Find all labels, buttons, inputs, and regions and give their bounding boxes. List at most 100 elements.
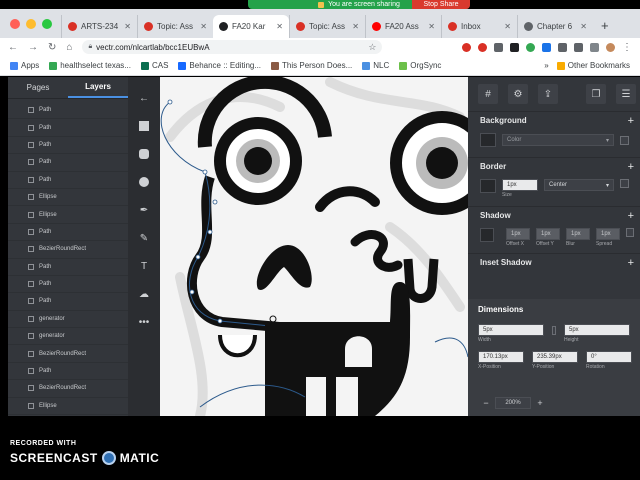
layer-item[interactable]: Path	[8, 154, 128, 172]
bookmarks-overflow-button[interactable]: »	[544, 61, 548, 70]
tab-layers[interactable]: Layers	[68, 77, 128, 98]
layer-item[interactable]: Path	[8, 293, 128, 311]
layer-item[interactable]: generator	[8, 311, 128, 329]
home-icon[interactable]: ⌂	[66, 42, 72, 53]
pencil-tool-icon[interactable]: ✎	[137, 231, 151, 245]
tab-close-icon[interactable]: ✕	[200, 22, 207, 31]
rounded-rectangle-tool-icon[interactable]	[137, 147, 151, 161]
drawing-canvas[interactable]	[160, 77, 468, 416]
layer-item[interactable]: Path	[8, 137, 128, 155]
settings-icon[interactable]: ⚙	[508, 84, 528, 104]
tab-close-icon[interactable]: ✕	[428, 22, 435, 31]
tab-close-icon[interactable]: ✕	[352, 22, 359, 31]
tab-close-icon[interactable]: ✕	[124, 22, 131, 31]
zoom-in-button[interactable]: +	[534, 398, 546, 408]
nose-shape[interactable]	[256, 245, 312, 290]
border-enable-checkbox[interactable]	[620, 179, 629, 188]
shadow-field-input[interactable]: 1px	[536, 228, 560, 240]
rectangle-tool-icon[interactable]	[137, 119, 151, 133]
zoom-out-button[interactable]: −	[480, 398, 492, 408]
layer-item[interactable]: Ellipse	[8, 398, 128, 416]
shadow-color-swatch[interactable]	[480, 228, 494, 242]
blue-curve-right[interactable]	[434, 337, 468, 358]
extension-dark-icon[interactable]	[510, 42, 519, 52]
address-bar[interactable]: 🔒︎ vectr.com/nlcartlab/bcc1EUBwA ☆	[82, 40, 383, 54]
bookmark-item[interactable]: Apps	[10, 61, 39, 70]
border-size-input[interactable]: 1px	[502, 179, 538, 191]
rotation-input[interactable]: 0°	[586, 351, 632, 363]
menu-icon[interactable]: ☰	[616, 84, 636, 104]
shadow-field-input[interactable]: 1px	[596, 228, 620, 240]
new-tab-button[interactable]: +	[593, 18, 617, 38]
layer-item[interactable]: BezierRoundRect	[8, 380, 128, 398]
border-color-swatch[interactable]	[480, 179, 496, 193]
layer-item[interactable]: Path	[8, 102, 128, 120]
browser-tab[interactable]: Inbox ✕	[441, 15, 517, 38]
tooth-1[interactable]	[306, 377, 326, 416]
extension-list-icon[interactable]	[590, 42, 599, 52]
extension-notification-icon[interactable]	[478, 42, 487, 52]
background-enable-checkbox[interactable]	[620, 135, 629, 145]
brow-mark[interactable]	[315, 186, 380, 212]
copy-icon[interactable]: ❐	[586, 84, 606, 104]
zoom-value[interactable]: 200%	[495, 397, 531, 409]
layer-item[interactable]: Path	[8, 172, 128, 189]
back-icon[interactable]: ←	[8, 42, 18, 53]
tongue-outline[interactable]	[218, 334, 257, 358]
bookmark-item[interactable]: CAS	[140, 61, 168, 70]
pen-tool-icon[interactable]: ✒	[137, 203, 151, 217]
layer-item[interactable]: Ellipse	[8, 189, 128, 207]
layer-item[interactable]: Path	[8, 276, 128, 294]
add-background-button[interactable]: +	[628, 115, 634, 127]
width-input[interactable]: 5px	[478, 324, 544, 336]
background-color-swatch[interactable]	[480, 133, 496, 147]
tab-close-icon[interactable]: ✕	[504, 22, 511, 31]
shadow-field-input[interactable]: 1px	[566, 228, 590, 240]
layer-item[interactable]: Ellipse	[8, 206, 128, 224]
close-window-button[interactable]	[10, 19, 20, 29]
bookmark-item[interactable]: OrgSync	[399, 61, 441, 70]
shadow-field-input[interactable]: 1px	[506, 228, 530, 240]
height-input[interactable]: 5px	[564, 324, 630, 336]
tab-pages[interactable]: Pages	[8, 77, 68, 98]
bookmark-item[interactable]: Behance :: Editing...	[178, 61, 261, 70]
layer-item[interactable]: Path	[8, 259, 128, 276]
bookmark-item[interactable]: NLC	[362, 61, 389, 70]
browser-menu-icon[interactable]: ⋮	[622, 42, 632, 53]
y-position-input[interactable]: 235.39px	[532, 351, 578, 363]
letter-u-mark[interactable]	[403, 258, 439, 303]
layer-item[interactable]: Path	[8, 119, 128, 137]
background-color-select[interactable]: Color ▾	[502, 134, 614, 146]
extension-red-icon[interactable]	[462, 42, 471, 52]
layer-item[interactable]: generator	[8, 328, 128, 346]
border-position-select[interactable]: Center ▾	[544, 179, 614, 191]
extensions-puzzle-icon[interactable]	[574, 42, 583, 52]
bookmark-star-icon[interactable]: ☆	[368, 42, 376, 53]
browser-tab[interactable]: FA20 Kar ✕	[213, 15, 289, 38]
browser-tab[interactable]: FA20 Ass ✕	[365, 15, 441, 38]
browser-tab[interactable]: Topic: Ass ✕	[137, 15, 213, 38]
profile-avatar[interactable]	[606, 42, 615, 52]
shadow-enable-checkbox[interactable]	[626, 228, 634, 237]
browser-tab[interactable]: Chapter 6 ✕	[517, 15, 593, 38]
layer-item[interactable]: Path	[8, 224, 128, 242]
left-eye-pupil[interactable]	[244, 147, 272, 175]
text-tool-icon[interactable]: T	[137, 259, 151, 273]
minimize-window-button[interactable]	[26, 19, 36, 29]
other-bookmarks[interactable]: Other Bookmarks	[556, 61, 630, 70]
bookmark-item[interactable]: healthselect texas...	[49, 61, 131, 70]
stop-share-button[interactable]: Stop Share	[412, 0, 470, 9]
maximize-window-button[interactable]	[42, 19, 52, 29]
x-position-input[interactable]: 170.13px	[478, 351, 524, 363]
squiggle-mark[interactable]	[350, 230, 403, 272]
add-border-button[interactable]: +	[628, 161, 634, 173]
layer-item[interactable]: BezierRoundRect	[8, 345, 128, 363]
browser-tab[interactable]: Topic: Ass ✕	[289, 15, 365, 38]
more-tools-icon[interactable]: •••	[137, 315, 151, 329]
grid-icon[interactable]: #	[478, 84, 498, 104]
ellipse-tool-icon[interactable]	[137, 175, 151, 189]
image-upload-icon[interactable]: ☁	[137, 287, 151, 301]
reload-icon[interactable]: ↻	[48, 42, 56, 53]
layer-item[interactable]: BezierRoundRect	[8, 241, 128, 259]
layer-item[interactable]: Path	[8, 363, 128, 381]
